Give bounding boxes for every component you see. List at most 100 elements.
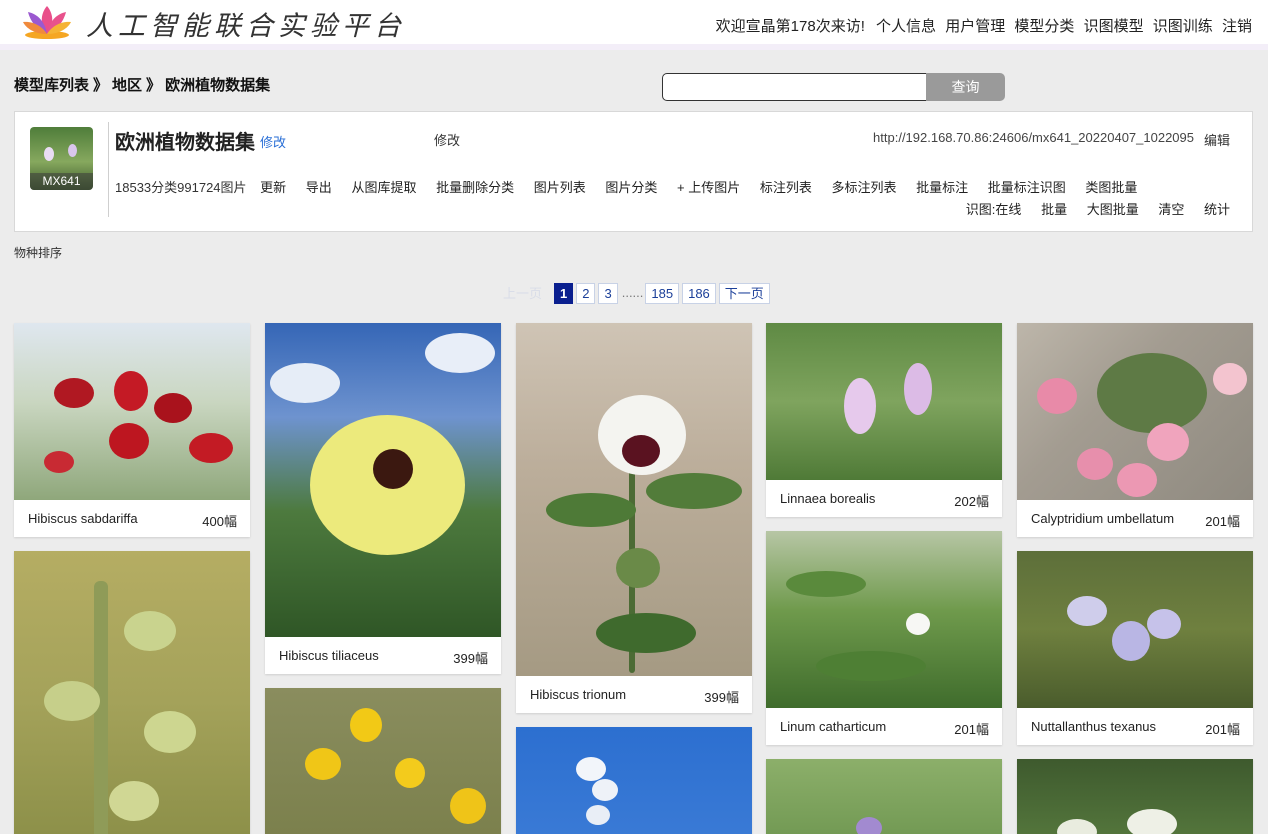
recog-online[interactable]: 在线 bbox=[995, 202, 1021, 217]
nav-logout[interactable]: 注销 bbox=[1222, 18, 1252, 35]
breadcrumb-model-list[interactable]: 模型库列表 bbox=[14, 77, 89, 94]
species-count: 400幅 bbox=[202, 514, 237, 529]
nav-recognition-model[interactable]: 识图模型 bbox=[1084, 18, 1144, 35]
recog-batch[interactable]: 批量 bbox=[1041, 202, 1067, 217]
species-photo[interactable] bbox=[516, 323, 752, 676]
species-card[interactable] bbox=[1017, 759, 1253, 834]
species-photo[interactable] bbox=[1017, 323, 1253, 500]
species-name: Hibiscus trionum bbox=[530, 687, 627, 702]
flower-shape bbox=[109, 423, 149, 459]
action-category-image-batch[interactable]: 类图批量 bbox=[1085, 180, 1137, 195]
flower-shape bbox=[54, 378, 94, 408]
header-divider bbox=[0, 44, 1268, 50]
flower-shape bbox=[856, 817, 882, 834]
species-photo[interactable] bbox=[1017, 759, 1253, 834]
species-photo[interactable] bbox=[265, 688, 501, 834]
page-185[interactable]: 185 bbox=[645, 283, 680, 304]
next-page-button[interactable]: 下一页 bbox=[718, 283, 770, 304]
species-photo[interactable] bbox=[265, 323, 501, 637]
species-card[interactable]: Linnaea borealis 202幅 bbox=[766, 323, 1002, 517]
species-name: Linnaea borealis bbox=[780, 491, 876, 506]
edit-description-link[interactable]: 修改 bbox=[434, 130, 460, 149]
recog-large-batch[interactable]: 大图批量 bbox=[1087, 202, 1139, 217]
action-export[interactable]: 导出 bbox=[306, 180, 332, 195]
leaf-shape bbox=[596, 613, 696, 653]
flower-shape bbox=[576, 757, 606, 781]
species-photo[interactable] bbox=[1017, 551, 1253, 708]
action-batch-annotate[interactable]: 批量标注 bbox=[916, 180, 968, 195]
species-photo[interactable] bbox=[516, 727, 752, 834]
edit-url-link[interactable]: 编辑 bbox=[1204, 130, 1230, 149]
edit-title-link[interactable]: 修改 bbox=[260, 132, 286, 151]
species-card[interactable]: Hibiscus trionum 399幅 bbox=[516, 323, 752, 713]
action-upload-image[interactable]: + 上传图片 bbox=[677, 180, 740, 195]
action-batch-annotate-recognize[interactable]: 批量标注识图 bbox=[988, 180, 1066, 195]
dataset-title: 欧洲植物数据集 bbox=[115, 132, 255, 154]
nav-recognition-training[interactable]: 识图训练 bbox=[1153, 18, 1213, 35]
flower-shape bbox=[1117, 463, 1157, 497]
species-card[interactable] bbox=[14, 551, 250, 834]
species-count: 201幅 bbox=[1205, 514, 1240, 529]
species-card[interactable]: Hibiscus tiliaceus 399幅 bbox=[265, 323, 501, 674]
flower-shape bbox=[44, 681, 100, 721]
species-name: Hibiscus tiliaceus bbox=[279, 648, 379, 663]
nav-model-category[interactable]: 模型分类 bbox=[1014, 18, 1074, 35]
species-card[interactable]: Hibiscus sabdariffa 400幅 bbox=[14, 323, 250, 537]
breadcrumb-region[interactable]: 地区 bbox=[112, 77, 142, 94]
dataset-url[interactable]: http://192.168.70.86:24606/mx641_2022040… bbox=[873, 130, 1194, 145]
flower-shape bbox=[1067, 596, 1107, 626]
action-batch-delete-categories[interactable]: 批量删除分类 bbox=[436, 180, 514, 195]
panel-divider bbox=[108, 122, 109, 217]
page-186[interactable]: 186 bbox=[682, 283, 716, 304]
flower-shape bbox=[44, 451, 74, 473]
species-card[interactable]: Linum catharticum 201幅 bbox=[766, 531, 1002, 745]
lotus-logo-icon bbox=[23, 6, 71, 39]
species-count: 399幅 bbox=[704, 690, 739, 705]
pagination: 上一页 1 2 3...... 185 186 下一页 bbox=[494, 283, 773, 304]
species-photo[interactable] bbox=[14, 551, 250, 834]
recog-statistics[interactable]: 统计 bbox=[1204, 202, 1230, 217]
species-count: 201幅 bbox=[954, 722, 989, 737]
pagination-ellipsis: ...... bbox=[621, 285, 644, 300]
species-card[interactable] bbox=[265, 688, 501, 834]
species-caption: Hibiscus sabdariffa 400幅 bbox=[14, 500, 250, 537]
dataset-thumbnail[interactable]: MX641 bbox=[30, 127, 93, 190]
flower-shape bbox=[154, 393, 192, 423]
top-nav: 欢迎宣晶第178次来访! 个人信息 用户管理 模型分类 识图模型 识图训练 注销 bbox=[716, 15, 1252, 36]
species-caption: Linum catharticum 201幅 bbox=[766, 708, 1002, 745]
species-card[interactable] bbox=[766, 759, 1002, 834]
leaf-shape bbox=[646, 473, 742, 509]
species-sort-link[interactable]: 物种排序 bbox=[14, 244, 62, 261]
recognition-label: 识图: bbox=[965, 202, 996, 217]
flower-shape bbox=[1213, 363, 1247, 395]
search-input[interactable] bbox=[662, 73, 928, 101]
action-update[interactable]: 更新 bbox=[260, 180, 286, 195]
species-card[interactable]: Calyptridium umbellatum 201幅 bbox=[1017, 323, 1253, 537]
species-photo[interactable] bbox=[766, 531, 1002, 708]
nav-user-management[interactable]: 用户管理 bbox=[945, 18, 1005, 35]
flower-center bbox=[373, 449, 413, 489]
nav-profile[interactable]: 个人信息 bbox=[876, 18, 936, 35]
species-card[interactable]: Nuttallanthus texanus 201幅 bbox=[1017, 551, 1253, 745]
breadcrumb-dataset: 欧洲植物数据集 bbox=[165, 77, 271, 94]
search-button[interactable]: 查询 bbox=[926, 73, 1005, 101]
species-photo[interactable] bbox=[14, 323, 250, 500]
action-multi-annotation-list[interactable]: 多标注列表 bbox=[831, 180, 896, 195]
species-card[interactable] bbox=[516, 727, 752, 834]
breadcrumb-separator: 》 bbox=[93, 77, 109, 94]
species-photo[interactable] bbox=[766, 323, 1002, 480]
page-2[interactable]: 2 bbox=[576, 283, 596, 304]
page-3[interactable]: 3 bbox=[598, 283, 618, 304]
species-photo[interactable] bbox=[766, 759, 1002, 834]
action-extract-from-gallery[interactable]: 从图库提取 bbox=[351, 180, 416, 195]
action-image-list[interactable]: 图片列表 bbox=[534, 180, 586, 195]
species-count: 399幅 bbox=[453, 651, 488, 666]
flower-shape bbox=[124, 611, 176, 651]
action-image-categories[interactable]: 图片分类 bbox=[605, 180, 657, 195]
page-1[interactable]: 1 bbox=[554, 283, 574, 304]
flower-shape bbox=[1077, 448, 1113, 480]
action-annotation-list[interactable]: 标注列表 bbox=[760, 180, 812, 195]
flower-shape bbox=[1127, 809, 1177, 834]
species-name: Nuttallanthus texanus bbox=[1031, 719, 1157, 734]
recog-clear[interactable]: 清空 bbox=[1158, 202, 1184, 217]
